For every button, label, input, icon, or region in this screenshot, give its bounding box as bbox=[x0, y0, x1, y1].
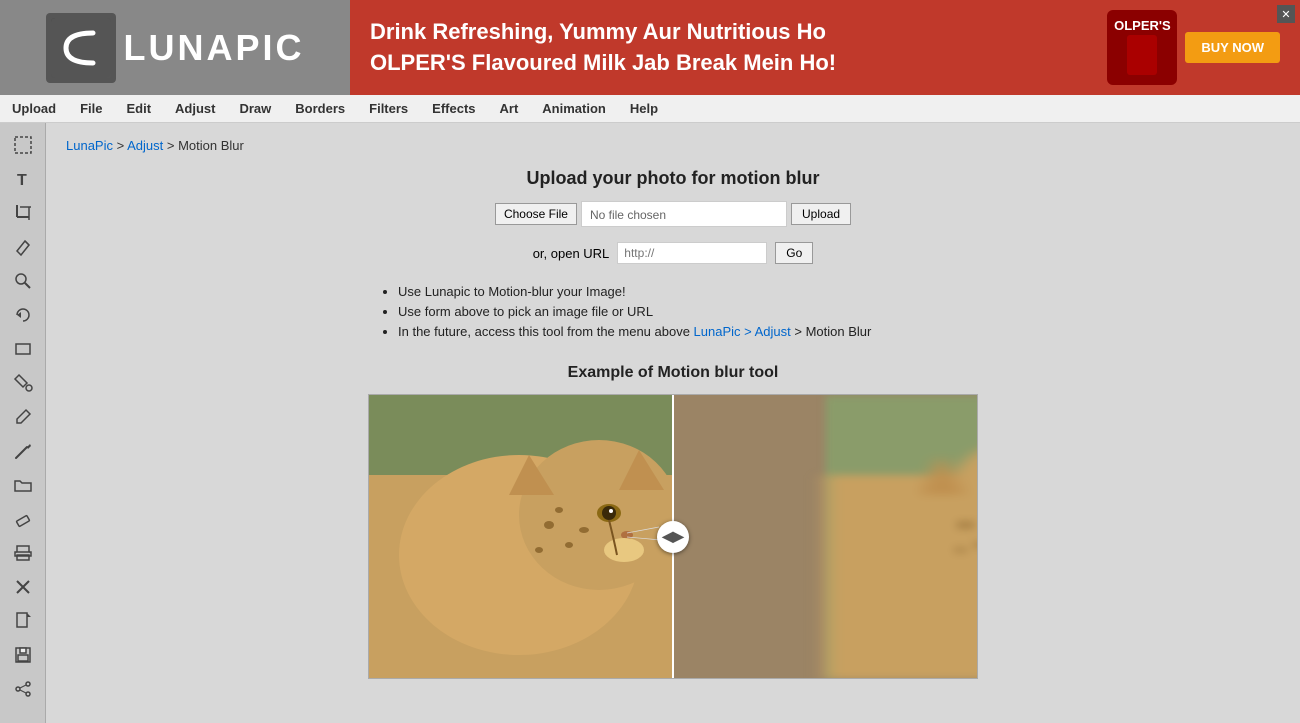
ad-brand: OLPER'S bbox=[1114, 18, 1171, 33]
upload-section: Upload your photo for motion blur Choose… bbox=[66, 168, 1280, 339]
page-title: Upload your photo for motion blur bbox=[66, 168, 1280, 189]
sidebar-zoom-icon[interactable] bbox=[9, 267, 37, 295]
nav-edit[interactable]: Edit bbox=[114, 96, 163, 121]
nav-filters[interactable]: Filters bbox=[357, 96, 420, 121]
upload-button[interactable]: Upload bbox=[791, 203, 851, 225]
sidebar-rect-icon[interactable] bbox=[9, 335, 37, 363]
nav-adjust[interactable]: Adjust bbox=[163, 96, 227, 121]
ad-image-area: OLPER'S BUY NOW bbox=[1107, 10, 1280, 85]
info-bullet-2: Use form above to pick an image file or … bbox=[398, 304, 973, 319]
nav-upload[interactable]: Upload bbox=[0, 96, 68, 121]
nav-effects[interactable]: Effects bbox=[420, 96, 487, 121]
main-layout: T bbox=[0, 123, 1300, 723]
ad-title: Drink Refreshing, Yummy Aur Nutritious H… bbox=[370, 17, 836, 79]
url-row: or, open URL Go bbox=[66, 242, 1280, 264]
content-area: LunaPic > Adjust > Motion Blur Upload yo… bbox=[46, 123, 1300, 723]
sidebar-text-icon[interactable]: T bbox=[9, 165, 37, 193]
example-image-container: ◀▶ bbox=[368, 394, 978, 679]
choose-file-button[interactable]: Choose File bbox=[495, 203, 577, 225]
nav-draw[interactable]: Draw bbox=[227, 96, 283, 121]
ad-close-icon[interactable]: ✕ bbox=[1277, 5, 1295, 23]
logo-icon bbox=[46, 13, 116, 83]
file-upload-row: Choose File No file chosen Upload bbox=[66, 201, 1280, 227]
url-input[interactable] bbox=[617, 242, 767, 264]
info-section: Use Lunapic to Motion-blur your Image! U… bbox=[373, 284, 973, 339]
logo-letter bbox=[51, 18, 111, 78]
sidebar-folder-icon[interactable] bbox=[9, 471, 37, 499]
sidebar-paint-icon[interactable] bbox=[9, 369, 37, 397]
sidebar-eyedropper-icon[interactable] bbox=[9, 403, 37, 431]
url-label: or, open URL bbox=[533, 246, 610, 261]
ad-text: Drink Refreshing, Yummy Aur Nutritious H… bbox=[370, 17, 836, 79]
sidebar: T bbox=[0, 123, 46, 723]
nav-menu: Upload File Edit Adjust Draw Borders Fil… bbox=[0, 95, 1300, 123]
go-button[interactable]: Go bbox=[775, 242, 813, 264]
nav-art[interactable]: Art bbox=[488, 96, 531, 121]
sidebar-brush-icon[interactable] bbox=[9, 437, 37, 465]
breadcrumb-current: Motion Blur bbox=[178, 138, 244, 153]
info-lunapic-link[interactable]: LunaPic > Adjust bbox=[694, 324, 791, 339]
example-section: Example of Motion blur tool bbox=[66, 364, 1280, 679]
sidebar-new-icon[interactable] bbox=[9, 607, 37, 635]
nav-borders[interactable]: Borders bbox=[283, 96, 357, 121]
sidebar-close-icon[interactable] bbox=[9, 573, 37, 601]
sidebar-pencil-icon[interactable] bbox=[9, 233, 37, 261]
slider-handle[interactable]: ◀▶ bbox=[657, 521, 689, 553]
before-image bbox=[369, 395, 673, 678]
ad-banner: ✕ Drink Refreshing, Yummy Aur Nutritious… bbox=[350, 0, 1300, 95]
info-bullet-1: Use Lunapic to Motion-blur your Image! bbox=[398, 284, 973, 299]
example-title: Example of Motion blur tool bbox=[66, 364, 1280, 382]
sidebar-select-icon[interactable] bbox=[9, 131, 37, 159]
no-file-chosen-label: No file chosen bbox=[581, 201, 787, 227]
sidebar-share-icon[interactable] bbox=[9, 675, 37, 703]
breadcrumb-lunapic[interactable]: LunaPic bbox=[66, 138, 113, 153]
nav-help[interactable]: Help bbox=[618, 96, 670, 121]
sidebar-eraser-icon[interactable] bbox=[9, 505, 37, 533]
breadcrumb-adjust[interactable]: Adjust bbox=[127, 138, 163, 153]
sidebar-save-icon[interactable] bbox=[9, 641, 37, 669]
sidebar-print-icon[interactable] bbox=[9, 539, 37, 567]
info-bullet-3: In the future, access this tool from the… bbox=[398, 324, 973, 339]
buy-now-button[interactable]: BUY NOW bbox=[1185, 32, 1280, 63]
breadcrumb: LunaPic > Adjust > Motion Blur bbox=[66, 138, 1280, 153]
svg-text:T: T bbox=[17, 172, 27, 189]
after-image bbox=[673, 395, 977, 678]
header: LUNAPIC ✕ Drink Refreshing, Yummy Aur Nu… bbox=[0, 0, 1300, 95]
slider-arrows: ◀▶ bbox=[662, 528, 684, 545]
logo-area: LUNAPIC bbox=[0, 0, 350, 95]
sidebar-rotate-icon[interactable] bbox=[9, 301, 37, 329]
nav-file[interactable]: File bbox=[68, 96, 114, 121]
logo-text: LUNAPIC bbox=[124, 27, 305, 69]
nav-animation[interactable]: Animation bbox=[530, 96, 618, 121]
sidebar-crop-icon[interactable] bbox=[9, 199, 37, 227]
